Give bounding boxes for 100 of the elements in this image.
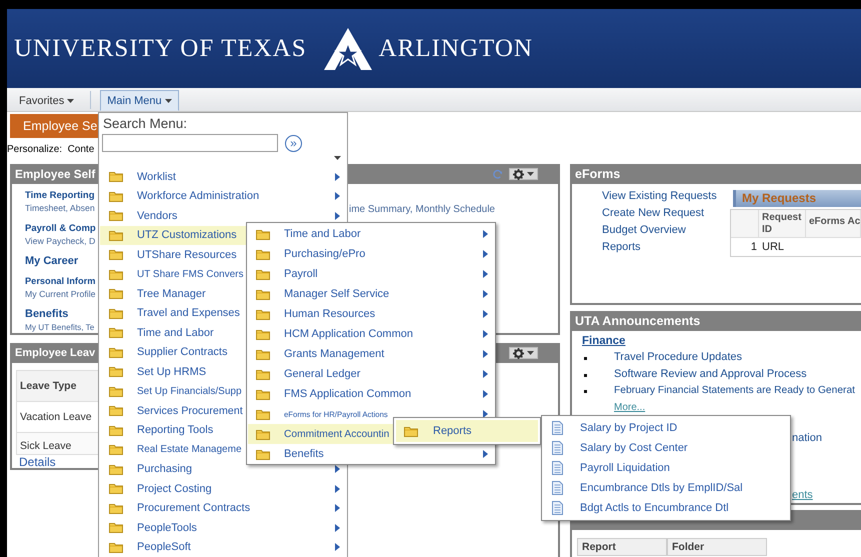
settings-icon xyxy=(513,168,524,180)
link[interactable]: My Career xyxy=(25,255,78,268)
more-link[interactable]: More... xyxy=(614,400,646,414)
link[interactable]: Reports xyxy=(602,239,730,256)
folder-icon xyxy=(109,444,123,456)
bullet-icon xyxy=(584,390,587,394)
announcement-link[interactable]: Travel Procedure Updates xyxy=(614,351,742,364)
menu-item[interactable]: Grants Management xyxy=(248,344,494,364)
menu-item[interactable]: Encumbrance Dtls by EmplID/Sal xyxy=(542,478,790,498)
folder-icon xyxy=(256,428,270,440)
folder-icon xyxy=(256,268,270,280)
table-header: eForms Ac xyxy=(806,210,861,238)
folder-icon xyxy=(109,171,123,182)
arrow-icon xyxy=(483,390,488,398)
refresh-icon xyxy=(492,168,503,180)
folder-icon xyxy=(256,288,270,300)
menu-item[interactable]: Purchasing/ePro xyxy=(248,244,494,264)
folder-icon xyxy=(109,346,123,358)
arrow-icon xyxy=(335,172,340,181)
folder-icon xyxy=(109,386,123,397)
menu-item[interactable]: Procurement Contracts xyxy=(100,498,346,518)
link[interactable]: Payroll & Comp xyxy=(25,222,96,235)
arrow-icon xyxy=(335,212,340,220)
announcement-link[interactable]: Software Review and Approval Process xyxy=(614,368,807,380)
folder-icon xyxy=(109,288,123,300)
document-icon xyxy=(552,421,563,435)
menu-item[interactable]: Bdgt Actls to Encumbrance Dtl xyxy=(542,498,790,518)
arrow-icon xyxy=(483,370,488,378)
caret-icon xyxy=(527,351,534,355)
arrow-icon xyxy=(335,504,340,512)
folder-icon xyxy=(256,388,270,400)
details-link[interactable]: Details xyxy=(19,456,98,469)
announcement-link[interactable]: ents xyxy=(792,488,813,502)
folder-icon xyxy=(109,542,123,553)
menu-button[interactable]: Favorites xyxy=(12,90,82,111)
folder-icon xyxy=(256,328,270,340)
arrow-icon xyxy=(483,350,488,358)
personalize-label: Personalize: Conte xyxy=(7,143,94,157)
section-link[interactable]: Finance xyxy=(582,334,626,349)
table-cell: Sick Leave xyxy=(17,433,98,454)
folder-icon xyxy=(109,230,123,241)
page-tab[interactable]: Employee Se xyxy=(10,114,98,138)
link[interactable]: Personal Inform xyxy=(25,275,96,288)
menu-item[interactable]: Manager Self Service xyxy=(248,284,494,304)
table-header: Report xyxy=(577,538,667,556)
settings-button[interactable] xyxy=(509,347,538,359)
announcement-link[interactable]: February Financial Statements are Ready to Generat xyxy=(614,384,855,396)
folder-icon xyxy=(256,248,270,260)
arrow-icon xyxy=(483,270,488,278)
folder-icon xyxy=(256,228,270,240)
table-cell[interactable]: URL xyxy=(759,238,806,256)
table-header: Folder xyxy=(667,538,767,556)
arrow-icon xyxy=(335,524,340,532)
settings-icon xyxy=(513,348,524,358)
link-description: My Current Profile xyxy=(25,288,96,301)
menu-item[interactable]: Payroll xyxy=(248,264,494,284)
menu-item[interactable]: Reports xyxy=(396,420,538,442)
folder-icon xyxy=(109,502,123,514)
site-title: UNIVERSITY OF TEXAS xyxy=(14,34,307,62)
caret-icon xyxy=(527,172,534,176)
folder-icon xyxy=(256,368,270,380)
menu-item[interactable]: Workforce Administration xyxy=(100,186,346,206)
folder-icon xyxy=(256,348,270,360)
folder-icon xyxy=(404,426,418,436)
search-field[interactable] xyxy=(102,134,278,152)
link[interactable]: Create New Request xyxy=(602,205,730,222)
arrow-icon xyxy=(335,465,340,474)
document-icon xyxy=(552,501,563,515)
arrow-icon xyxy=(483,290,488,298)
menu-item[interactable]: PeopleTools xyxy=(100,518,346,538)
link[interactable]: Budget Overview xyxy=(602,222,730,239)
menu-item[interactable]: PeopleSoft xyxy=(100,538,346,557)
menu-item[interactable]: Salary by Cost Center xyxy=(542,438,790,458)
panel-title: eForms xyxy=(575,167,620,181)
link[interactable]: Benefits xyxy=(25,308,68,321)
menu-item[interactable]: Vendors xyxy=(100,206,346,226)
folder-icon xyxy=(109,424,123,436)
menu-button[interactable]: Main Menu xyxy=(100,90,179,111)
row-number: 1 xyxy=(750,240,758,255)
menu-item[interactable]: Payroll Liquidation xyxy=(542,458,790,478)
menu-item[interactable]: Worklist xyxy=(100,167,346,186)
menu-item[interactable]: Human Resources xyxy=(248,304,494,324)
menu-item[interactable]: FMS Application Common xyxy=(248,384,494,404)
site-title: ARLINGTON xyxy=(378,34,533,62)
menu-item[interactable]: General Ledger xyxy=(248,364,494,384)
document-icon xyxy=(552,441,563,455)
settings-button[interactable] xyxy=(509,168,538,180)
folder-icon xyxy=(109,464,123,475)
link-description: View Paycheck, D xyxy=(25,235,96,248)
link[interactable]: View Existing Requests xyxy=(602,188,730,205)
link[interactable]: Time Reporting xyxy=(25,189,94,202)
go-button[interactable]: » xyxy=(285,134,302,152)
menu-item[interactable]: Project Costing xyxy=(100,479,346,498)
search-label: Search Menu: xyxy=(103,115,188,132)
menu-item[interactable]: HCM Application Common xyxy=(248,324,494,344)
menu-item[interactable]: Salary by Project ID xyxy=(542,418,790,438)
arrow-icon xyxy=(483,310,488,318)
folder-icon xyxy=(109,366,123,378)
arrow-icon xyxy=(335,192,340,200)
folder-icon xyxy=(109,522,123,534)
